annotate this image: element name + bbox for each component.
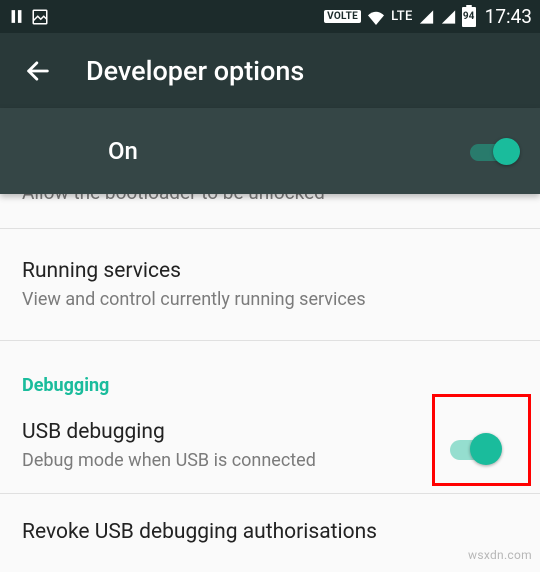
switch-thumb: [493, 138, 520, 165]
master-toggle-switch[interactable]: [470, 137, 518, 165]
master-toggle-row[interactable]: On: [0, 108, 540, 194]
watermark-text: wsxdn.com: [468, 548, 532, 562]
running-services-item[interactable]: Running services View and control curren…: [0, 229, 540, 341]
partial-row-text: Allow the bootloader to be unlocked: [22, 194, 325, 202]
usb-debugging-sub: Debug mode when USB is connected: [22, 450, 450, 471]
signal-1-icon: [418, 9, 435, 25]
master-toggle-label: On: [108, 137, 138, 165]
app-bar: Developer options: [0, 33, 540, 108]
running-services-title: Running services: [22, 259, 518, 283]
pause-icon: [8, 8, 25, 25]
running-services-sub: View and control currently running servi…: [22, 289, 518, 310]
back-button[interactable]: [18, 51, 58, 91]
arrow-left-icon: [24, 57, 52, 85]
usb-debugging-switch[interactable]: [450, 432, 498, 460]
section-header-debugging: Debugging: [0, 341, 540, 400]
usb-debugging-title: USB debugging: [22, 420, 450, 444]
revoke-auth-title: Revoke USB debugging authorisations: [22, 520, 518, 544]
signal-2-icon: [440, 9, 457, 25]
partial-oem-row[interactable]: Allow the bootloader to be unlocked: [0, 194, 540, 229]
usb-debugging-item[interactable]: USB debugging Debug mode when USB is con…: [0, 400, 540, 494]
revoke-auth-item[interactable]: Revoke USB debugging authorisations: [0, 494, 540, 572]
status-bar: VOLTE LTE 94 17:43: [0, 0, 540, 33]
image-icon: [31, 8, 49, 26]
switch-thumb: [470, 433, 502, 465]
volte-badge: VOLTE: [324, 10, 361, 23]
battery-icon: 94: [462, 7, 476, 27]
content-scroll[interactable]: Allow the bootloader to be unlocked Runn…: [0, 194, 540, 572]
page-title: Developer options: [86, 55, 304, 87]
clock-time: 17:43: [485, 5, 532, 28]
network-label: LTE: [391, 9, 413, 24]
wifi-icon: [366, 9, 386, 25]
